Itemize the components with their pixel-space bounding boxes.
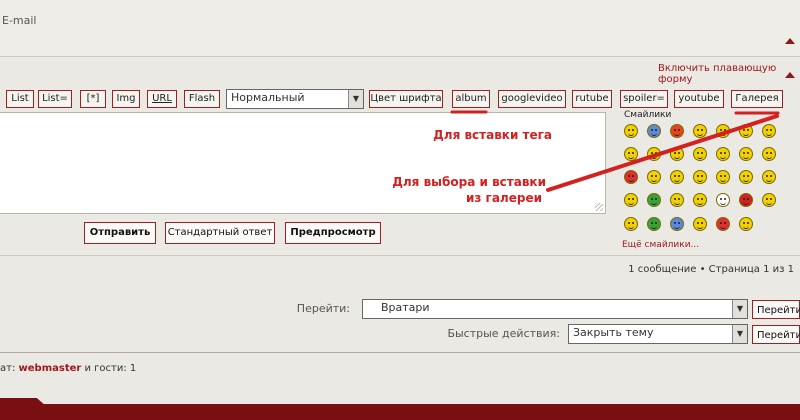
pagination-info: 1 сообщение • Страница 1 из 1 [628, 264, 794, 275]
chevron-down-icon: ▼ [732, 300, 747, 318]
preview-button[interactable]: Предпросмотр [285, 222, 381, 244]
jump-go-button[interactable]: Перейти [752, 300, 800, 319]
quick-actions-select[interactable]: Закрыть тему ▼ [568, 324, 748, 344]
jump-value: Вратари [381, 301, 430, 314]
divider [0, 352, 800, 353]
quick-go-button[interactable]: Перейти [752, 325, 800, 344]
quick-actions-value: Закрыть тему [573, 326, 654, 339]
jump-select[interactable]: Вратари ▼ [362, 299, 748, 319]
annotation-arrows [450, 110, 780, 192]
gallery-pointer-line [546, 114, 779, 192]
quick-actions-label: Быстрые действия: [447, 327, 560, 340]
standard-reply-button[interactable]: Стандартный ответ [165, 222, 275, 244]
send-button[interactable]: Отправить [84, 222, 156, 244]
online-users: ат: webmaster и гости: 1 [0, 363, 136, 374]
online-user-link[interactable]: webmaster [19, 363, 82, 374]
jump-label: Перейти: [296, 302, 350, 315]
online-prefix: ат: [0, 363, 19, 374]
footer-bar [0, 404, 800, 420]
online-suffix: и гости: 1 [81, 363, 137, 374]
chevron-down-icon: ▼ [732, 325, 747, 343]
divider [0, 255, 800, 256]
